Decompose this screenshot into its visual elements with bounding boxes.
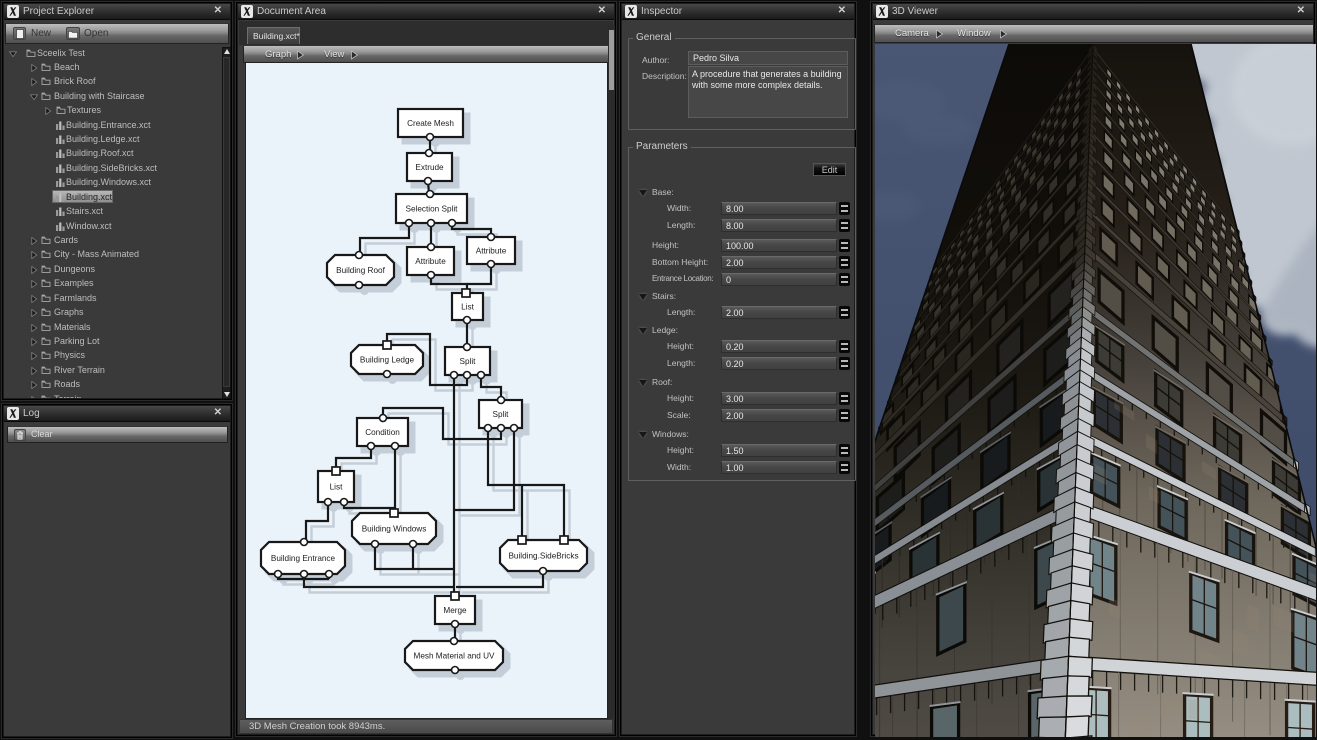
svg-text:List: List	[330, 483, 343, 492]
svg-text:Building Entrance: Building Entrance	[271, 554, 336, 563]
svg-text:Split: Split	[460, 357, 477, 366]
svg-text:Split: Split	[493, 410, 510, 419]
svg-text:Condition: Condition	[365, 428, 400, 437]
svg-text:Building.SideBricks: Building.SideBricks	[508, 552, 578, 561]
svg-text:Building Ledge: Building Ledge	[360, 356, 415, 365]
svg-text:Attribute: Attribute	[415, 257, 446, 266]
svg-text:Mesh Material and UV: Mesh Material and UV	[414, 652, 496, 661]
svg-text:Merge: Merge	[443, 606, 467, 615]
svg-text:List: List	[461, 303, 474, 312]
svg-text:Create Mesh: Create Mesh	[407, 119, 454, 128]
svg-text:Building Roof: Building Roof	[336, 266, 385, 275]
svg-text:Attribute: Attribute	[476, 247, 507, 256]
svg-text:Extrude: Extrude	[415, 163, 444, 172]
svg-text:Building Windows: Building Windows	[362, 525, 427, 534]
svg-text:Selection Split: Selection Split	[406, 205, 459, 214]
